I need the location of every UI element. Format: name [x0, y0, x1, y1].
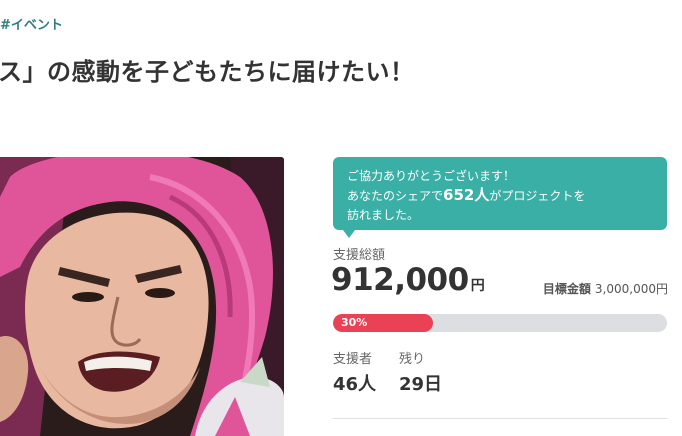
target-label: 目標金額: [542, 282, 591, 296]
remaining-days: 29日: [399, 374, 443, 395]
raised-amount-value: 912,000: [331, 262, 469, 298]
project-title: ス」の感動を子どもたちに届けたい！: [0, 58, 415, 86]
share-visitor-count: 652人: [443, 186, 490, 204]
notice-suffix: がプロジェクトを: [489, 189, 586, 203]
progress-percent: 30%: [341, 316, 368, 329]
divider: [333, 418, 667, 419]
progress-bar: 30%: [333, 314, 667, 332]
target-value: 3,000,000円: [594, 282, 668, 296]
notice-line-2: あなたのシェアで652人がプロジェクトを: [347, 186, 653, 206]
raised-label: 支援総額: [333, 248, 386, 263]
share-thanks-notice: ご協力ありがとうございます！ あなたのシェアで652人がプロジェクトを 訪れまし…: [333, 157, 667, 238]
target-amount: 目標金額 3,000,000円: [543, 280, 668, 297]
category-tag[interactable]: #イベント: [0, 14, 63, 33]
raised-amount: 912,000 円: [331, 262, 485, 298]
supporters-count: 46人: [333, 374, 377, 395]
notice-prefix: あなたのシェアで: [347, 189, 444, 203]
supporters-label: 支援者: [333, 352, 373, 367]
raised-unit: 円: [470, 278, 485, 294]
remaining-label: 残り: [399, 352, 426, 367]
notice-line-3: 訪れました。: [347, 208, 420, 222]
notice-line-1: ご協力ありがとうございます！: [347, 169, 516, 183]
project-main-image: [0, 157, 284, 436]
